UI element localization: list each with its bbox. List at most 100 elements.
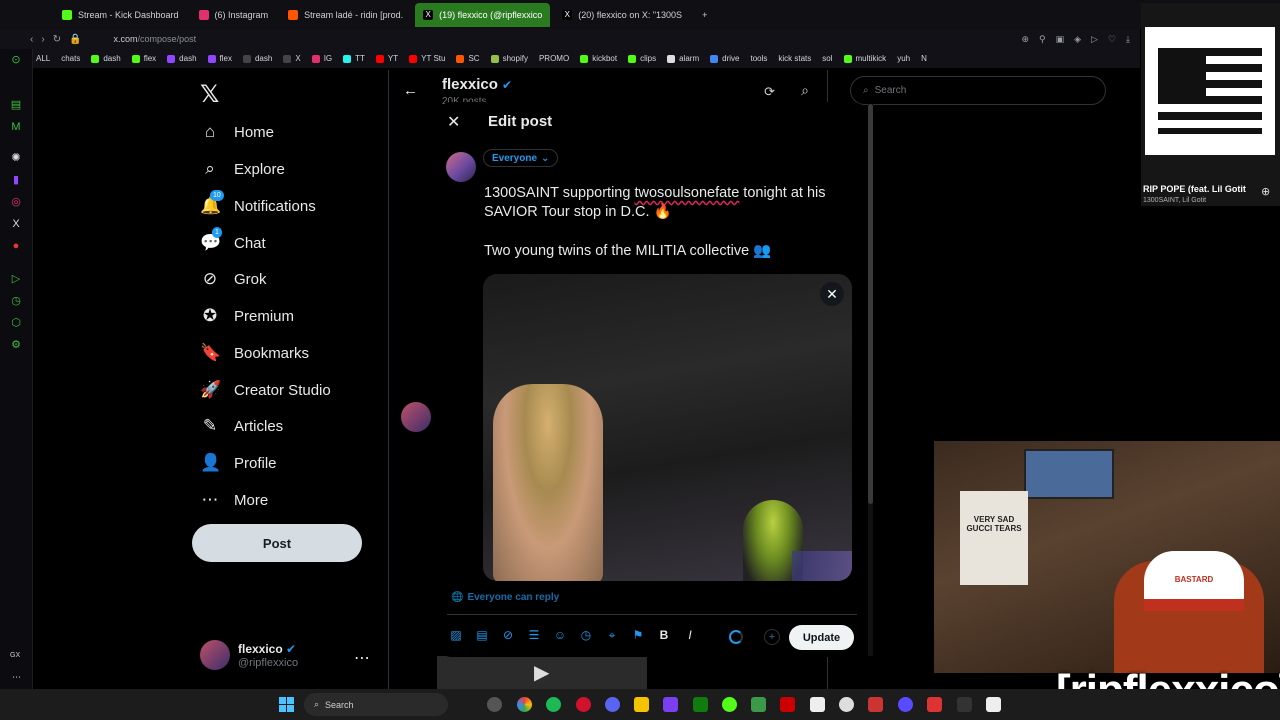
back-icon[interactable]: ‹ [30,34,33,45]
snapshot-icon[interactable]: ▣ [1056,34,1065,45]
sidebar-twitch-icon[interactable]: ▮ [10,174,22,186]
nav-item-home[interactable]: ⌂ Home [200,119,274,145]
sidebar-settings-icon[interactable]: ⚙ [10,339,22,351]
bookmark[interactable]: dash [242,54,272,63]
app-icon[interactable] [663,697,678,712]
remove-media-icon[interactable]: ✕ [820,282,844,306]
taskbar-search[interactable]: ⌕ Search [304,693,448,716]
post-text-editor[interactable]: 1300SAINT supporting twosoulsonefate ton… [484,184,859,281]
folder-icon[interactable] [634,697,649,712]
github-icon[interactable] [487,697,502,712]
post-button[interactable]: Post [192,524,362,562]
app-icon[interactable] [957,697,972,712]
sidebar-gx-icon[interactable]: ▤ [10,99,22,111]
nav-item-grok[interactable]: ⊘ Grok [200,266,267,292]
sidebar-chatgpt-icon[interactable]: ✺ [10,152,22,164]
discord-icon[interactable] [605,697,620,712]
sidebar-record-icon[interactable]: ● [10,240,22,252]
close-icon[interactable]: ✕ [447,112,460,132]
schedule-icon[interactable]: ◷ [579,628,593,643]
new-tab-button[interactable]: + [694,3,715,27]
xbox-icon[interactable] [693,697,708,712]
add-icon[interactable]: ⊕ [1261,185,1270,198]
nav-item-chat[interactable]: 💬 1 Chat [200,227,266,256]
play-icon[interactable]: ▶ [534,660,549,685]
more-icon[interactable]: ⋯ [354,648,370,668]
media-icon[interactable]: ▨ [449,628,463,643]
bookmark[interactable]: dash [91,54,121,63]
capcut-icon[interactable] [986,697,1001,712]
bookmark[interactable]: chats [61,54,80,63]
play-icon[interactable]: ▷ [1091,34,1098,45]
nav-item-explore[interactable]: ⌕ Explore [200,156,285,182]
bookmark[interactable]: clips [628,54,656,63]
windows-start-icon[interactable] [279,697,294,712]
poll-icon[interactable]: ☰ [527,628,541,643]
search-input[interactable]: ⌕ Search [850,76,1106,105]
chrome-icon[interactable] [517,697,532,712]
emoji-icon[interactable]: ☺ [553,628,567,643]
more-icon[interactable]: ⋯ [12,672,21,683]
add-post-icon[interactable]: + [764,629,780,645]
bookmark[interactable]: multikick [843,54,886,63]
zoom-icon[interactable]: ⊕ [1021,34,1029,45]
bookmark[interactable]: tools [750,54,767,63]
sidebar-instagram-icon[interactable]: ◎ [10,196,22,208]
x-logo-icon[interactable]: 𝕏 [200,80,219,109]
nav-item-bookmarks[interactable]: 🔖 Bookmarks [200,340,309,366]
flag-icon[interactable]: ⚑ [631,628,645,643]
record-icon[interactable] [780,697,795,712]
refresh-icon[interactable]: ⟳ [764,84,775,100]
bookmark[interactable]: sol [822,54,832,63]
update-button[interactable]: Update [789,625,854,650]
nav-item-more[interactable]: ⋯ More [200,487,269,513]
nav-item-premium[interactable]: ✪ Premium [200,303,294,329]
bookmark[interactable]: shopify [490,54,528,63]
bookmark[interactable]: YT Stu [409,54,445,63]
nav-item-profile[interactable]: 👤 Profile [200,450,277,476]
account-switcher[interactable]: flexxico ✔ @ripflexxico ⋯ [200,640,380,672]
heart-icon[interactable]: ♡ [1108,34,1116,45]
bookmark[interactable]: dash [167,54,197,63]
bookmark[interactable]: yuh [897,54,910,63]
bookmark[interactable]: flex [207,54,232,63]
url-field[interactable]: x.com/compose/post [114,34,197,44]
bookmark[interactable]: drive [710,54,739,63]
app-icon[interactable] [927,697,942,712]
sidebar-m-icon[interactable]: M [10,121,22,133]
gif-icon[interactable]: ▤ [475,628,489,643]
sidebar-x-icon[interactable]: X [10,218,22,230]
bookmark[interactable]: IG [311,54,332,63]
reply-settings[interactable]: 🌐 Everyone can reply [451,592,559,603]
bookmark[interactable]: kickbot [580,54,617,63]
bookmark[interactable]: flex [131,54,156,63]
bookmark[interactable]: SC [456,54,480,63]
bookmark[interactable]: TT [343,54,365,63]
reload-icon[interactable]: ↻ [53,34,61,45]
bold-icon[interactable]: B [657,628,671,643]
nav-item-notifications[interactable]: 🔔 10 Notifications [200,190,316,219]
bookmark[interactable]: N [921,54,927,63]
chatgpt-icon[interactable] [839,697,854,712]
opera-gx-icon[interactable] [576,697,591,712]
app-icon[interactable] [810,697,825,712]
app-icon[interactable] [751,697,766,712]
nav-item-articles[interactable]: ✎ Articles [200,413,283,439]
browser-tab[interactable]: (6) Instagram [191,3,277,27]
browser-tab[interactable]: Stream - Kick Dashboard [54,3,187,27]
spotify-icon[interactable] [546,697,561,712]
bookmark[interactable]: PROMO [539,54,569,63]
opera-icon[interactable] [898,697,913,712]
browser-tab-active[interactable]: X (19) flexxico (@ripflexxico [415,2,551,27]
bookmark[interactable]: ALL [36,54,50,63]
forward-icon[interactable]: › [41,34,44,45]
media-preview[interactable]: ✕ [483,274,852,581]
nav-item-creator-studio[interactable]: 🚀 Creator Studio [200,377,331,403]
bookmark[interactable]: alarm [667,54,699,63]
scrollbar[interactable] [868,104,873,656]
back-arrow-icon[interactable]: ← [403,82,418,99]
browser-tab[interactable]: Stream ladé - ridin [prod. [280,3,411,27]
avatar[interactable] [401,402,431,432]
shield-icon[interactable]: ◈ [1074,34,1081,45]
bookmark[interactable]: YT [375,54,398,63]
